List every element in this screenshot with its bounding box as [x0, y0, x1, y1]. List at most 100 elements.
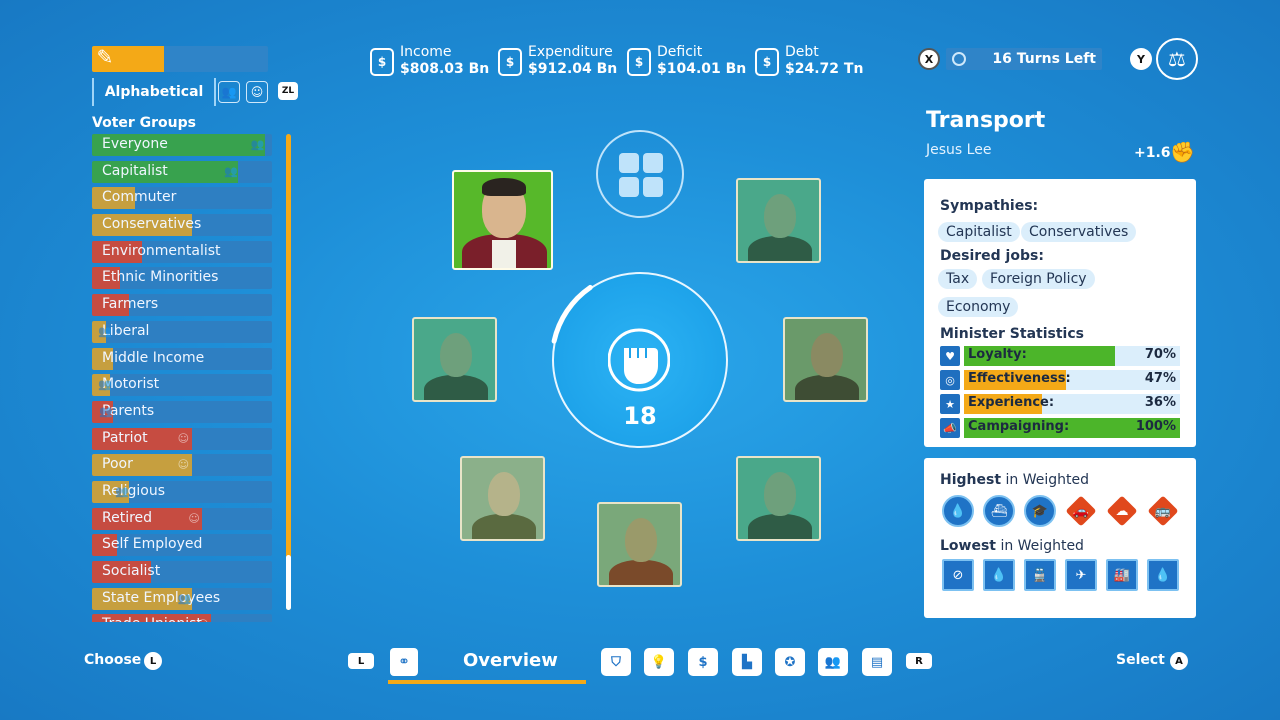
l-stick-button[interactable]: L: [144, 652, 162, 670]
factory-icon[interactable]: 🏭: [1106, 559, 1138, 591]
stat-value: 100%: [1135, 419, 1176, 434]
stat-track: Effectiveness: 47%: [964, 370, 1180, 390]
grid-view-button[interactable]: [596, 130, 684, 218]
voter-group-row[interactable]: Poor ☺: [92, 454, 272, 477]
minister-portrait[interactable]: [460, 456, 545, 541]
train-icon[interactable]: 🚆: [1024, 559, 1056, 591]
people-icon[interactable]: 👥: [218, 81, 240, 103]
voter-group-row[interactable]: Motorist 👥: [92, 374, 272, 397]
minister-portrait[interactable]: [597, 502, 682, 587]
minister-portrait[interactable]: [412, 317, 497, 402]
stat-value: 47%: [1144, 371, 1176, 386]
medal-icon[interactable]: ✪: [775, 648, 805, 676]
shield-icon[interactable]: ⛉: [601, 648, 631, 676]
voter-group-row[interactable]: Self Employed: [92, 534, 272, 557]
minister-portrait[interactable]: [736, 456, 821, 541]
ship-icon[interactable]: ⛴: [983, 495, 1015, 527]
grid-icon: [643, 153, 663, 173]
stat-track: Experience: 36%: [964, 394, 1180, 414]
stat-label: Effectiveness:: [968, 371, 1071, 386]
voter-group-row[interactable]: Capitalist 👥: [92, 160, 272, 183]
debt-value: $24.72 Tn: [785, 61, 864, 77]
scrollbar-thumb[interactable]: [286, 555, 291, 610]
scrollbar-track[interactable]: [286, 134, 291, 610]
target-icon: ◎: [940, 370, 960, 390]
voter-group-label: Farmers: [102, 296, 159, 313]
car-warning-icon[interactable]: 🚗: [1065, 495, 1097, 527]
deficit-icon: $: [627, 48, 651, 76]
plane-icon[interactable]: ✈: [1065, 559, 1097, 591]
grid-icon: [619, 177, 639, 197]
stat-track: Loyalty: 70%: [964, 346, 1180, 366]
voter-group-row[interactable]: Commuter: [92, 187, 272, 210]
minister-stat-row: ♥ Loyalty: 70%: [940, 346, 1180, 366]
tab-overview[interactable]: ⚭ Overview: [388, 644, 586, 684]
lightbulb-icon[interactable]: 💡: [644, 648, 674, 676]
voter-group-row[interactable]: Everyone 👥: [92, 134, 272, 156]
chart-icon[interactable]: ▙: [732, 648, 762, 676]
minister-portrait[interactable]: [736, 178, 821, 263]
y-button[interactable]: Y: [1130, 48, 1152, 70]
voter-group-label: Capitalist: [102, 162, 168, 179]
voter-group-row[interactable]: Liberal 👥: [92, 320, 272, 343]
r-shoulder-button[interactable]: R: [906, 653, 932, 669]
minister-portrait-selected[interactable]: [452, 170, 553, 270]
l-shoulder-button[interactable]: L: [348, 653, 374, 669]
voter-group-row[interactable]: Conservatives: [92, 214, 272, 237]
expenditure-icon: $: [498, 48, 522, 76]
water-minus-icon[interactable]: 💧: [983, 559, 1015, 591]
pencil-icon: ✎: [96, 45, 114, 69]
voter-group-row[interactable]: Religious 👥: [92, 480, 272, 503]
bus-warning-icon[interactable]: 🚌: [1147, 495, 1179, 527]
stat-value: 36%: [1144, 395, 1176, 410]
voter-group-row[interactable]: Patriot ☺: [92, 427, 272, 450]
scales-icon[interactable]: ⚖: [1156, 38, 1198, 80]
water-plus-icon[interactable]: 💧: [1147, 559, 1179, 591]
income-icon: $: [370, 48, 394, 76]
voter-group-label: Patriot: [102, 429, 148, 446]
document-icon[interactable]: ▤: [862, 648, 892, 676]
a-button[interactable]: A: [1170, 652, 1188, 670]
debt-label: Debt: [785, 44, 819, 60]
minister-stat-row: ◎ Effectiveness: 47%: [940, 370, 1180, 390]
cloud-warning-icon[interactable]: ☁: [1106, 495, 1138, 527]
deficit-label: Deficit: [657, 44, 703, 60]
voter-group-row[interactable]: Trade Unionist☺: [92, 614, 272, 622]
voter-group-row[interactable]: Middle Income: [92, 347, 272, 370]
people-icon: 👥: [98, 324, 112, 338]
clock-icon: [952, 52, 966, 66]
voter-group-label: Trade Unionist: [102, 616, 202, 622]
sort-selector[interactable]: Alphabetical: [92, 78, 216, 106]
voter-group-label: Retired: [102, 509, 153, 526]
voter-group-row[interactable]: Environmentalist: [92, 240, 272, 263]
desired-job-tag: Economy: [938, 297, 1019, 317]
voter-group-row[interactable]: Parents 👥: [92, 400, 272, 423]
no-smoking-icon[interactable]: ⊘: [942, 559, 974, 591]
zl-button[interactable]: ZL: [278, 82, 298, 100]
star-icon: ★: [940, 394, 960, 414]
sympathy-tag: Capitalist: [938, 222, 1020, 242]
expenditure-stat: $ Expenditure $912.04 Bn: [498, 44, 617, 78]
x-button[interactable]: X: [918, 48, 940, 70]
income-stat: $ Income $808.03 Bn: [370, 44, 489, 78]
desired-job-tag: Tax: [938, 269, 978, 289]
grid-icon: [619, 153, 639, 173]
smiley-icon[interactable]: ☺: [246, 81, 268, 103]
voter-group-row[interactable]: Ethnic Minorities: [92, 267, 272, 290]
water-drops-icon[interactable]: 💧: [942, 495, 974, 527]
voter-group-row[interactable]: State Employees 👥: [92, 587, 272, 610]
voter-group-row[interactable]: Farmers: [92, 294, 272, 317]
department-title: Transport: [926, 108, 1046, 133]
dollar-icon[interactable]: $: [688, 648, 718, 676]
voter-group-label: Environmentalist: [102, 242, 221, 259]
people-icon: 👥: [99, 404, 114, 418]
graduation-icon[interactable]: 🎓: [1024, 495, 1056, 527]
stat-track: Campaigning: 100%: [964, 418, 1180, 438]
sympathy-tag: Conservatives: [1021, 222, 1137, 242]
voter-group-row[interactable]: Socialist: [92, 561, 272, 583]
minister-portrait[interactable]: [783, 317, 868, 402]
stat-value: 70%: [1144, 347, 1176, 362]
voter-group-row[interactable]: Retired ☺: [92, 507, 272, 530]
voter-groups-list: Everyone 👥 Capitalist 👥 Commuter Conservative…: [92, 134, 272, 622]
people-icon[interactable]: 👥: [818, 648, 848, 676]
